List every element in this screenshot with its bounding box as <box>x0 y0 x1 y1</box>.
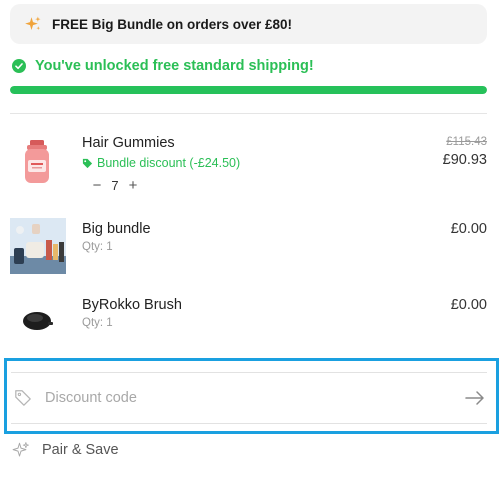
divider <box>10 113 487 114</box>
tag-icon <box>82 158 93 168</box>
hair-gummies-thumbnail <box>25 140 49 183</box>
item-name: ByRokko Brush <box>82 297 182 313</box>
discount-code-field <box>11 372 487 424</box>
promo-banner: FREE Big Bundle on orders over £80! <box>10 4 487 44</box>
decrease-quantity-button[interactable]: − <box>90 177 104 194</box>
brush-thumbnail <box>23 312 53 330</box>
item-name: Big bundle <box>82 221 151 237</box>
item-qty-label: Qty: 1 <box>82 241 113 253</box>
increase-quantity-button[interactable]: + <box>126 177 140 194</box>
quantity-value: 7 <box>111 178 119 193</box>
apply-discount-arrow-icon[interactable] <box>465 390 485 406</box>
shipping-progress-fill <box>10 86 487 94</box>
sparkle-icon <box>25 16 41 30</box>
cart-item-byrokko-brush: ByRokko Brush Qty: 1 £0.00 <box>10 294 487 352</box>
item-price: £90.93 <box>442 152 487 168</box>
discount-code-highlight <box>4 358 499 434</box>
cart-item-big-bundle: Big bundle Qty: 1 £0.00 <box>10 218 487 276</box>
bundle-discount-label: Bundle discount (-£24.50) <box>97 156 241 170</box>
bundle-discount-tag: Bundle discount (-£24.50) <box>82 156 240 170</box>
pair-and-save[interactable]: Pair & Save <box>12 441 119 459</box>
sparkle-outline-icon <box>12 442 29 457</box>
item-price: £0.00 <box>450 221 487 237</box>
promo-text: FREE Big Bundle on orders over £80! <box>52 16 293 32</box>
cart-item-hair-gummies: Hair Gummies Bundle discount (-£24.50) −… <box>10 128 487 198</box>
item-price: £0.00 <box>450 297 487 313</box>
big-bundle-thumbnail <box>10 218 66 274</box>
shipping-message: You've unlocked free standard shipping! <box>35 58 314 74</box>
shipping-progress-bar <box>10 86 487 94</box>
discount-code-input[interactable] <box>45 390 445 406</box>
shipping-status: You've unlocked free standard shipping! <box>12 58 314 74</box>
item-qty-label: Qty: 1 <box>82 317 113 329</box>
pair-and-save-label: Pair & Save <box>42 442 119 458</box>
item-name: Hair Gummies <box>82 135 175 151</box>
tag-outline-icon <box>15 390 31 406</box>
check-circle-icon <box>12 59 26 73</box>
item-original-price: £115.43 <box>446 136 487 148</box>
quantity-stepper: − 7 + <box>90 177 140 194</box>
